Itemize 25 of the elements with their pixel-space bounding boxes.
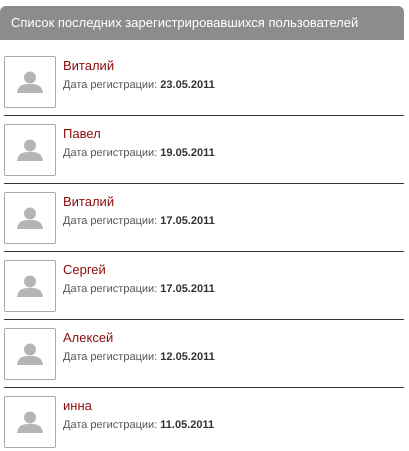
user-name[interactable]: Алексей <box>63 329 215 347</box>
user-name[interactable]: инна <box>63 397 214 415</box>
user-silhouette-icon <box>17 71 43 93</box>
avatar[interactable] <box>4 56 56 108</box>
header-title: Список последних зарегистрировавшихся пользователей <box>11 14 358 32</box>
registration-date: Дата регистрации: 11.05.2011 <box>63 418 214 433</box>
registration-date: Дата регистрации: 19.05.2011 <box>63 146 215 161</box>
user-silhouette-icon <box>17 207 43 229</box>
user-name[interactable]: Павел <box>63 125 215 143</box>
avatar[interactable] <box>4 192 56 244</box>
user-silhouette-icon <box>17 275 43 297</box>
avatar[interactable] <box>4 260 56 312</box>
registration-date: Дата регистрации: 23.05.2011 <box>63 78 215 93</box>
avatar[interactable] <box>4 328 56 380</box>
registration-date: Дата регистрации: 17.05.2011 <box>63 214 215 229</box>
user-silhouette-icon <box>17 139 43 161</box>
avatar[interactable] <box>4 124 56 176</box>
user-name[interactable]: Виталий <box>63 193 215 211</box>
avatar[interactable] <box>4 396 56 448</box>
user-name[interactable]: Сергей <box>63 261 215 279</box>
user-silhouette-icon <box>17 343 43 365</box>
user-silhouette-icon <box>17 411 43 433</box>
registration-date: Дата регистрации: 17.05.2011 <box>63 282 215 297</box>
user-name[interactable]: Виталий <box>63 57 215 75</box>
registration-date: Дата регистрации: 12.05.2011 <box>63 350 215 365</box>
